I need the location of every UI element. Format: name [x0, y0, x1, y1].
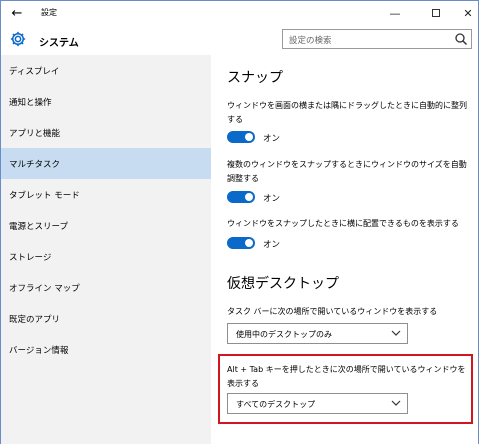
sidebar-item-offline-maps[interactable]: オフライン マップ: [1, 272, 211, 303]
sidebar-item-label: 既定のアプリ: [9, 314, 61, 325]
sidebar-item-apps[interactable]: アプリと機能: [1, 117, 211, 148]
snap-option-3-state: オン: [263, 240, 281, 250]
back-button[interactable]: ←: [7, 3, 27, 23]
chevron-down-icon: [391, 330, 401, 336]
sidebar-item-label: 電源とスリープ: [9, 221, 68, 232]
close-icon: ✕: [463, 6, 473, 20]
minimize-icon: —: [389, 6, 401, 20]
snap-option-2-toggle[interactable]: [227, 191, 255, 203]
settings-window: ← 設定 — ✕ システム 設定の検索 ディスプレイ 通知と操作 アプリと機能 …: [0, 0, 479, 444]
virtual-desktops-heading: 仮想デスクトップ: [227, 276, 339, 292]
back-arrow-icon: ←: [11, 5, 23, 21]
sidebar-item-tablet-mode[interactable]: タブレット モード: [1, 179, 211, 210]
sidebar-item-default-apps[interactable]: 既定のアプリ: [1, 303, 211, 334]
annotation-highlight-box: [218, 354, 473, 424]
sidebar-item-power[interactable]: 電源とスリープ: [1, 210, 211, 241]
taskbar-windows-label: タスク バーに次の場所で開いているウィンドウを表示する: [227, 307, 438, 316]
search-placeholder: 設定の検索: [289, 36, 332, 46]
snap-option-1-state: オン: [263, 134, 281, 144]
sidebar-item-about[interactable]: バージョン情報: [1, 334, 211, 365]
sidebar-item-storage[interactable]: ストレージ: [1, 241, 211, 272]
toggle-knob: [245, 193, 253, 201]
sidebar-item-label: マルチタスク: [9, 159, 61, 170]
window-title: 設定: [41, 8, 57, 17]
toggle-knob: [245, 239, 253, 247]
sidebar-item-multitasking[interactable]: マルチタスク: [1, 148, 211, 179]
sidebar-item-display[interactable]: ディスプレイ: [1, 55, 211, 86]
snap-option-3-toggle[interactable]: [227, 237, 255, 249]
snap-option-2-state: オン: [263, 194, 281, 204]
page-header: システム 設定の検索: [1, 25, 478, 55]
snap-option-2-label: 複数のウィンドウをスナップするときにウィンドウのサイズを自動調整する: [227, 160, 467, 183]
page-title: システム: [39, 38, 79, 49]
close-button[interactable]: ✕: [453, 1, 479, 25]
maximize-button[interactable]: [421, 1, 451, 25]
taskbar-windows-value: 使用中のデスクトップのみ: [236, 330, 332, 339]
maximize-icon: [432, 9, 440, 17]
sidebar-item-label: バージョン情報: [9, 345, 69, 356]
minimize-button[interactable]: —: [380, 1, 410, 25]
snap-option-1-toggle[interactable]: [227, 131, 255, 143]
sidebar-item-label: 通知と操作: [9, 97, 52, 108]
sidebar-item-label: タブレット モード: [9, 190, 80, 201]
sidebar-item-label: アプリと機能: [9, 128, 61, 139]
gear-icon: [10, 31, 26, 47]
search-input[interactable]: 設定の検索: [282, 29, 472, 49]
sidebar: ディスプレイ 通知と操作 アプリと機能 マルチタスク タブレット モード 電源と…: [1, 55, 211, 444]
title-bar: ← 設定 — ✕: [1, 1, 478, 25]
sidebar-item-label: オフライン マップ: [9, 283, 80, 294]
sidebar-item-label: ディスプレイ: [9, 66, 60, 77]
search-icon[interactable]: [454, 32, 468, 46]
snap-option-1-label: ウィンドウを画面の横または隅にドラッグしたときに自動的に整列する: [227, 101, 467, 124]
toggle-knob: [245, 133, 253, 141]
taskbar-windows-select[interactable]: 使用中のデスクトップのみ: [227, 323, 408, 344]
snap-option-3-label: ウィンドウをスナップしたときに横に配置できるものを表示する: [227, 219, 459, 228]
snap-heading: スナップ: [227, 70, 283, 86]
sidebar-item-label: ストレージ: [9, 252, 52, 263]
sidebar-item-notifications[interactable]: 通知と操作: [1, 86, 211, 117]
